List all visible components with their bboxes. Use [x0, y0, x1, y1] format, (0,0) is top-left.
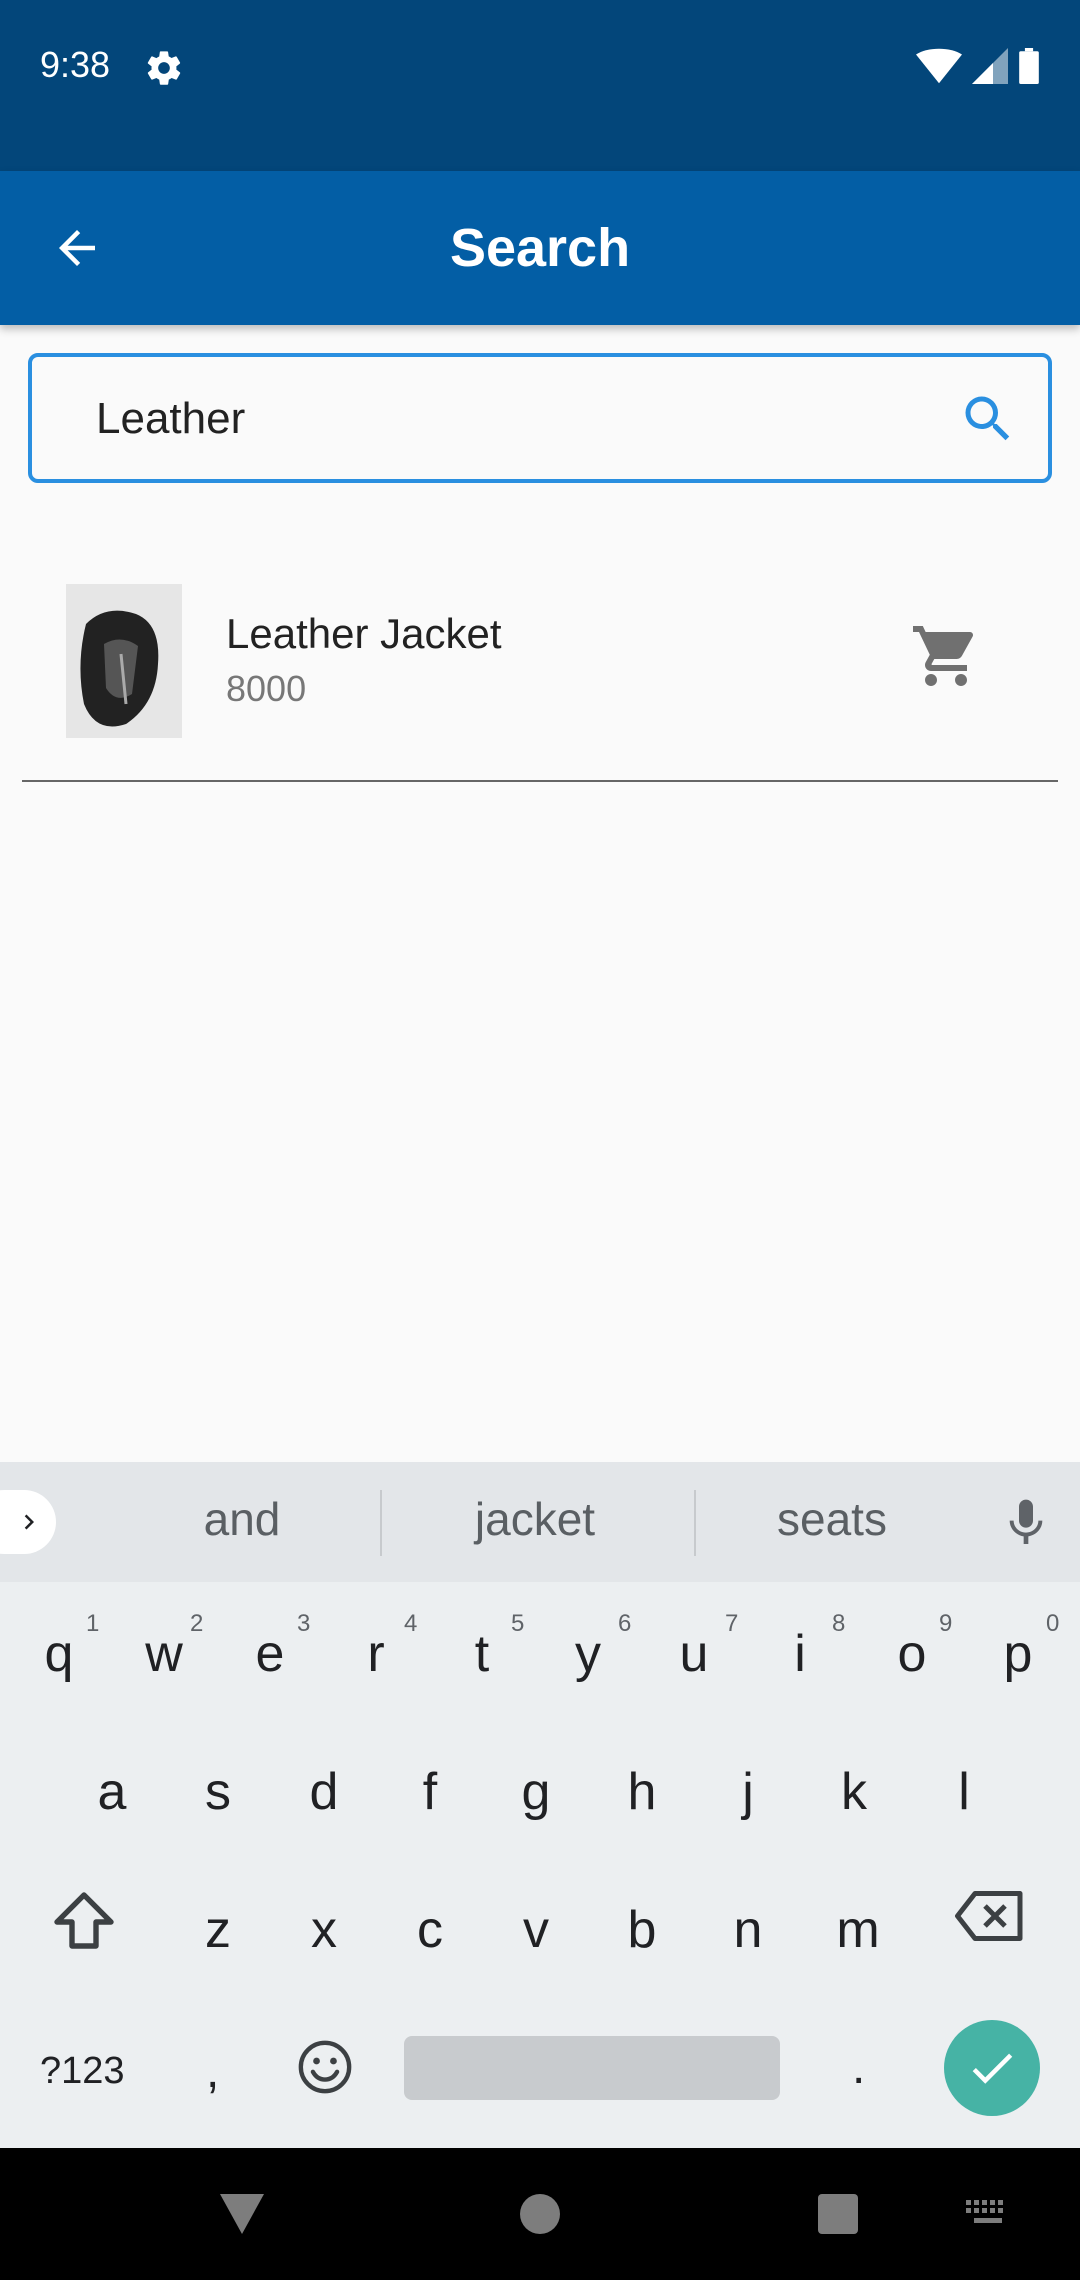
key-hint: 8: [832, 1610, 846, 1637]
key-g[interactable]: g: [486, 1762, 586, 1822]
key-hint: 3: [297, 1610, 311, 1637]
product-price: 8000: [226, 668, 307, 709]
product-name: Leather Jacket: [226, 610, 502, 657]
suggestion-divider: [380, 1490, 382, 1556]
key-x[interactable]: x: [274, 1900, 374, 1960]
key-n[interactable]: n: [698, 1900, 798, 1960]
status-time: 9:38: [40, 44, 111, 85]
battery-icon: [1019, 48, 1039, 84]
suggestion-item[interactable]: seats: [702, 1492, 962, 1546]
cellular-signal-icon: [972, 48, 1008, 84]
microphone-icon[interactable]: [998, 1492, 1054, 1554]
key-hint: 1: [86, 1610, 100, 1637]
space-key[interactable]: [404, 2036, 780, 2100]
key-hint: 4: [404, 1610, 418, 1637]
key-d[interactable]: d: [274, 1762, 374, 1822]
key-l[interactable]: l: [914, 1762, 1014, 1822]
product-thumbnail: [66, 584, 182, 738]
system-nav-bar: [0, 2148, 1080, 2280]
nav-back-icon[interactable]: [220, 2186, 264, 2238]
key-hint: 5: [511, 1610, 525, 1637]
suggestion-divider: [694, 1490, 696, 1556]
keyboard-switch-icon[interactable]: [966, 2200, 1010, 2228]
key-j[interactable]: j: [698, 1762, 798, 1822]
status-bar: 9:38: [0, 0, 1080, 171]
enter-key[interactable]: [944, 2020, 1040, 2116]
key-hint: 2: [190, 1610, 204, 1637]
key-b[interactable]: b: [592, 1900, 692, 1960]
key-z[interactable]: z: [168, 1900, 268, 1960]
key-f[interactable]: f: [380, 1762, 480, 1822]
key-a[interactable]: a: [62, 1762, 162, 1822]
key-hint: 0: [1046, 1610, 1060, 1637]
app-bar: Search: [0, 171, 1080, 325]
key-hint: 7: [725, 1610, 739, 1637]
key-k[interactable]: k: [804, 1762, 904, 1822]
key-m[interactable]: m: [808, 1900, 908, 1960]
keyboard: and jacket seats q 1 w 2 e 3 r 4 t 5 y 6…: [0, 1462, 1080, 2148]
search-input[interactable]: [96, 387, 916, 451]
nav-home-button[interactable]: [520, 2194, 560, 2234]
key-c[interactable]: c: [380, 1900, 480, 1960]
page-title: Search: [449, 218, 631, 278]
symbols-key[interactable]: ?123: [40, 2050, 125, 2093]
status-icons: [916, 48, 1040, 84]
chevron-right-icon: [24, 1514, 34, 1530]
key-h[interactable]: h: [592, 1762, 692, 1822]
list-item[interactable]: Leather Jacket 8000: [22, 560, 1058, 782]
cart-icon[interactable]: [910, 620, 982, 692]
expand-toolbar-button[interactable]: [0, 1490, 56, 1554]
emoji-icon[interactable]: [296, 2038, 354, 2096]
key-v[interactable]: v: [486, 1900, 586, 1960]
shift-key-icon[interactable]: [48, 1886, 120, 1958]
comma-key[interactable]: ,: [206, 2044, 219, 2099]
search-box: [28, 353, 1052, 483]
period-key[interactable]: .: [852, 2040, 865, 2095]
settings-gear-icon: [147, 51, 181, 85]
backspace-key-icon[interactable]: [952, 1886, 1028, 1946]
wifi-icon: [916, 48, 962, 84]
nav-recents-button[interactable]: [818, 2194, 858, 2234]
search-icon[interactable]: [958, 389, 1018, 449]
key-hint: 9: [939, 1610, 953, 1637]
key-s[interactable]: s: [168, 1762, 268, 1822]
suggestion-item[interactable]: jacket: [405, 1492, 665, 1546]
key-hint: 6: [618, 1610, 632, 1637]
checkmark-icon: [972, 2053, 1013, 2084]
suggestion-bar: and jacket seats: [0, 1462, 1080, 1582]
suggestion-item[interactable]: and: [112, 1492, 372, 1546]
